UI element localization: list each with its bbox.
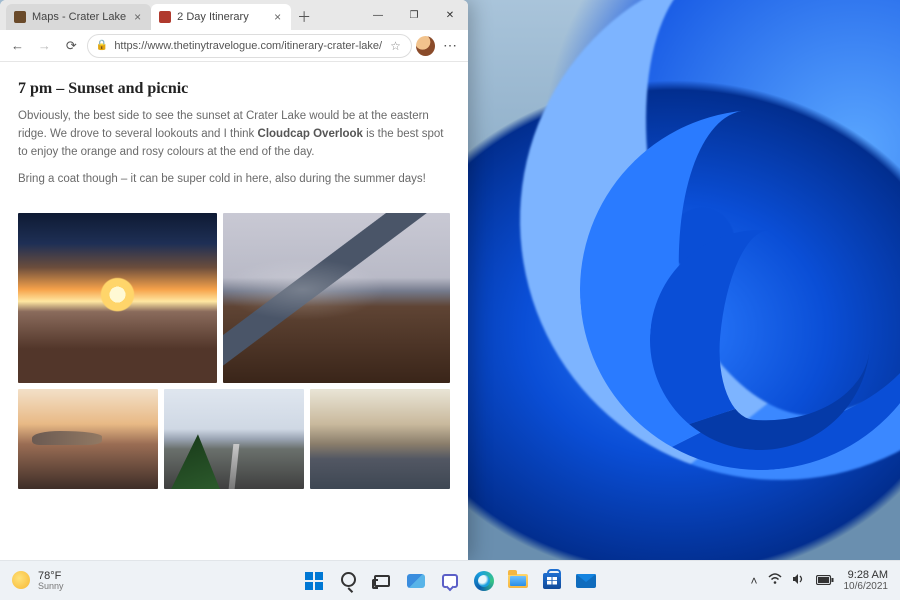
weather-temp: 78°F <box>38 570 64 582</box>
browser-toolbar: ← → ⟳ 🔒 https://www.thetinytravelogue.co… <box>0 30 468 62</box>
minimize-button[interactable]: — <box>360 0 396 30</box>
chat-icon <box>442 574 458 588</box>
store-button[interactable] <box>538 567 566 595</box>
photo-gallery <box>18 213 450 489</box>
gallery-image-dawn[interactable] <box>18 389 158 489</box>
favicon-icon <box>14 11 26 23</box>
clock[interactable]: 9:28 AM 10/6/2021 <box>844 569 889 592</box>
clock-time: 9:28 AM <box>844 569 889 581</box>
start-button[interactable] <box>300 567 328 595</box>
emphasis: Cloudcap Overlook <box>258 128 363 140</box>
edge-button[interactable] <box>470 567 498 595</box>
search-button[interactable] <box>334 567 362 595</box>
tray-overflow-button[interactable]: ˄ <box>750 574 757 588</box>
maximize-button[interactable]: ❐ <box>396 0 432 30</box>
window-controls: — ❐ ✕ <box>360 0 468 30</box>
volume-icon[interactable] <box>792 573 806 588</box>
back-button[interactable]: ← <box>6 34 29 58</box>
more-menu-button[interactable]: ⋯ <box>439 37 462 54</box>
folder-icon <box>508 574 528 588</box>
mail-icon <box>576 574 596 588</box>
tab-title: 2 Day Itinerary <box>177 11 249 23</box>
tab-strip: Maps - Crater Lake × 2 Day Itinerary × ＋… <box>0 0 468 30</box>
browser-window: Maps - Crater Lake × 2 Day Itinerary × ＋… <box>0 0 468 560</box>
task-view-button[interactable] <box>368 567 396 595</box>
close-window-button[interactable]: ✕ <box>432 0 468 30</box>
file-explorer-button[interactable] <box>504 567 532 595</box>
mail-button[interactable] <box>572 567 600 595</box>
sun-icon <box>12 571 30 589</box>
page-content[interactable]: 7 pm – Sunset and picnic Obviously, the … <box>0 62 468 560</box>
battery-icon[interactable] <box>816 574 834 588</box>
url-text: https://www.thetinytravelogue.com/itiner… <box>114 40 382 52</box>
windows-start-icon <box>305 572 323 590</box>
widgets-button[interactable] <box>402 567 430 595</box>
wifi-icon[interactable] <box>768 573 782 588</box>
widgets-icon <box>407 574 425 588</box>
favicon-icon <box>159 11 171 23</box>
gallery-image-ridge[interactable] <box>223 213 450 383</box>
tab-title: Maps - Crater Lake <box>32 11 126 23</box>
gallery-image-sunset[interactable] <box>18 213 217 383</box>
close-tab-button[interactable]: × <box>132 9 143 25</box>
system-tray: ˄ 9:28 AM 10/6/2021 <box>738 569 900 592</box>
close-tab-button[interactable]: × <box>272 9 283 25</box>
tab-maps[interactable]: Maps - Crater Lake × <box>6 4 151 30</box>
refresh-button[interactable]: ⟳ <box>60 34 83 58</box>
store-icon <box>543 573 561 589</box>
lock-icon: 🔒 <box>96 40 108 51</box>
clock-date: 10/6/2021 <box>844 581 889 592</box>
address-bar[interactable]: 🔒 https://www.thetinytravelogue.com/itin… <box>87 34 412 58</box>
gallery-image-road[interactable] <box>164 389 304 489</box>
profile-avatar[interactable] <box>416 36 435 56</box>
search-icon <box>341 572 356 589</box>
edge-icon <box>474 571 494 591</box>
article-paragraph: Bring a coat though – it can be super co… <box>18 171 450 189</box>
chat-button[interactable] <box>436 567 464 595</box>
taskbar: 78°F Sunny ˄ <box>0 560 900 600</box>
gallery-image-coast[interactable] <box>310 389 450 489</box>
article-heading: 7 pm – Sunset and picnic <box>18 80 450 98</box>
task-view-icon <box>374 575 390 587</box>
taskbar-center-apps <box>300 567 600 595</box>
forward-button[interactable]: → <box>33 34 56 58</box>
weather-widget[interactable]: 78°F Sunny <box>0 570 76 592</box>
tab-itinerary[interactable]: 2 Day Itinerary × <box>151 4 291 30</box>
weather-condition: Sunny <box>38 582 64 592</box>
new-tab-button[interactable]: ＋ <box>291 4 317 30</box>
favorite-button[interactable]: ☆ <box>388 39 403 53</box>
article-paragraph: Obviously, the best side to see the suns… <box>18 108 450 161</box>
